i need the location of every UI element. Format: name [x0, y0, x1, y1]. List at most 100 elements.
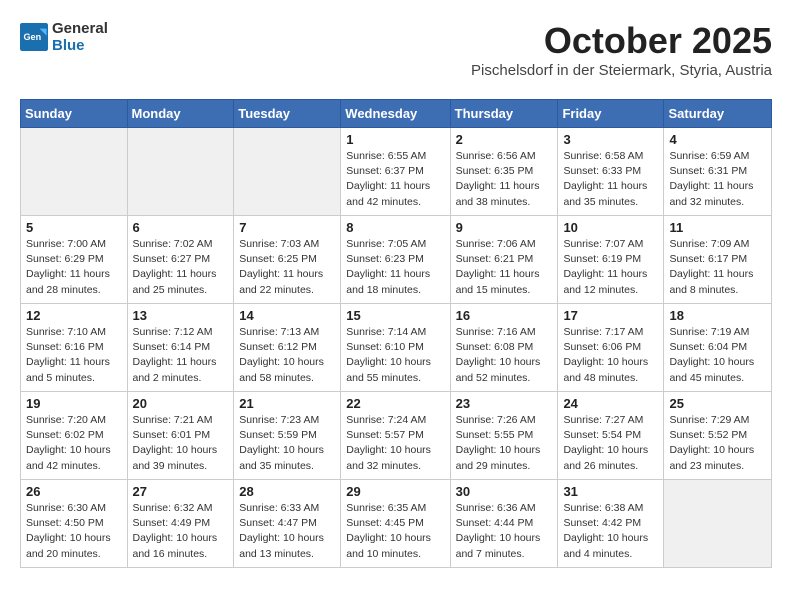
day-number: 8 — [346, 220, 444, 235]
day-number: 7 — [239, 220, 335, 235]
day-info: Sunrise: 6:35 AMSunset: 4:45 PMDaylight:… — [346, 501, 444, 562]
month-year: October 2025 — [471, 20, 772, 62]
title-section: October 2025 Pischelsdorf in der Steierm… — [471, 20, 772, 89]
calendar-cell — [21, 128, 128, 216]
day-number: 19 — [26, 396, 122, 411]
calendar-cell: 3 Sunrise: 6:58 AMSunset: 6:33 PMDaylight… — [558, 128, 664, 216]
day-info: Sunrise: 6:32 AMSunset: 4:49 PMDaylight:… — [133, 501, 229, 562]
calendar-cell: 18Sunrise: 7:19 AMSunset: 6:04 PMDayligh… — [664, 304, 772, 392]
day-info: Sunrise: 7:27 AMSunset: 5:54 PMDaylight:… — [563, 413, 658, 474]
day-number: 24 — [563, 396, 658, 411]
day-info: Sunrise: 7:06 AMSunset: 6:21 PMDaylight:… — [456, 237, 553, 298]
day-number: 22 — [346, 396, 444, 411]
calendar-cell: 31 Sunrise: 6:38 AMSunset: 4:42 PMDayligh… — [558, 480, 664, 568]
week-row-2: 5Sunrise: 7:00 AMSunset: 6:29 PMDaylight… — [21, 216, 772, 304]
day-number: 11 — [669, 220, 766, 235]
day-info: Sunrise: 7:03 AMSunset: 6:25 PMDaylight:… — [239, 237, 335, 298]
day-info: Sunrise: 7:12 AMSunset: 6:14 PMDaylight:… — [133, 325, 229, 386]
calendar-table: SundayMondayTuesdayWednesdayThursdayFrid… — [20, 99, 772, 568]
calendar-cell: 14Sunrise: 7:13 AMSunset: 6:12 PMDayligh… — [234, 304, 341, 392]
day-info: Sunrise: 6:55 AMSunset: 6:37 PMDaylight:… — [346, 149, 444, 210]
calendar-cell: 22 Sunrise: 7:24 AMSunset: 5:57 PMDayligh… — [341, 392, 450, 480]
day-info: Sunrise: 6:30 AMSunset: 4:50 PMDaylight:… — [26, 501, 122, 562]
day-number: 15 — [346, 308, 444, 323]
week-row-3: 12Sunrise: 7:10 AMSunset: 6:16 PMDayligh… — [21, 304, 772, 392]
day-info: Sunrise: 7:20 AMSunset: 6:02 PMDaylight:… — [26, 413, 122, 474]
day-number: 30 — [456, 484, 553, 499]
day-info: Sunrise: 7:21 AMSunset: 6:01 PMDaylight:… — [133, 413, 229, 474]
day-info: Sunrise: 7:14 AMSunset: 6:10 PMDaylight:… — [346, 325, 444, 386]
day-info: Sunrise: 7:29 AMSunset: 5:52 PMDaylight:… — [669, 413, 766, 474]
calendar-cell: 9 Sunrise: 7:06 AMSunset: 6:21 PMDaylight… — [450, 216, 558, 304]
calendar-cell: 1 Sunrise: 6:55 AMSunset: 6:37 PMDaylight… — [341, 128, 450, 216]
calendar-cell: 21Sunrise: 7:23 AMSunset: 5:59 PMDayligh… — [234, 392, 341, 480]
day-number: 31 — [563, 484, 658, 499]
day-number: 28 — [239, 484, 335, 499]
calendar-cell: 15 Sunrise: 7:14 AMSunset: 6:10 PMDayligh… — [341, 304, 450, 392]
day-number: 13 — [133, 308, 229, 323]
calendar-cell: 25 Sunrise: 7:29 AMSunset: 5:52 PMDayligh… — [664, 392, 772, 480]
week-row-1: 1 Sunrise: 6:55 AMSunset: 6:37 PMDaylight… — [21, 128, 772, 216]
week-row-5: 26 Sunrise: 6:30 AMSunset: 4:50 PMDayligh… — [21, 480, 772, 568]
day-info: Sunrise: 7:26 AMSunset: 5:55 PMDaylight:… — [456, 413, 553, 474]
calendar-cell: 4Sunrise: 6:59 AMSunset: 6:31 PMDaylight… — [664, 128, 772, 216]
day-info: Sunrise: 7:17 AMSunset: 6:06 PMDaylight:… — [563, 325, 658, 386]
day-number: 16 — [456, 308, 553, 323]
calendar-cell: 6 Sunrise: 7:02 AMSunset: 6:27 PMDaylight… — [127, 216, 234, 304]
day-number: 27 — [133, 484, 229, 499]
day-info: Sunrise: 6:56 AMSunset: 6:35 PMDaylight:… — [456, 149, 553, 210]
day-info: Sunrise: 6:38 AMSunset: 4:42 PMDaylight:… — [563, 501, 658, 562]
day-number: 9 — [456, 220, 553, 235]
logo-icon: Gen — [20, 23, 48, 51]
day-info: Sunrise: 6:33 AMSunset: 4:47 PMDaylight:… — [239, 501, 335, 562]
weekday-header-friday: Friday — [558, 100, 664, 128]
weekday-header-wednesday: Wednesday — [341, 100, 450, 128]
day-number: 20 — [133, 396, 229, 411]
calendar-cell: 24 Sunrise: 7:27 AMSunset: 5:54 PMDayligh… — [558, 392, 664, 480]
logo: Gen General Blue — [20, 20, 108, 54]
calendar-cell: 16Sunrise: 7:16 AMSunset: 6:08 PMDayligh… — [450, 304, 558, 392]
day-number: 25 — [669, 396, 766, 411]
day-number: 1 — [346, 132, 444, 147]
day-number: 29 — [346, 484, 444, 499]
calendar-cell: 13 Sunrise: 7:12 AMSunset: 6:14 PMDayligh… — [127, 304, 234, 392]
day-info: Sunrise: 7:19 AMSunset: 6:04 PMDaylight:… — [669, 325, 766, 386]
calendar-cell: 8 Sunrise: 7:05 AMSunset: 6:23 PMDaylight… — [341, 216, 450, 304]
day-info: Sunrise: 7:10 AMSunset: 6:16 PMDaylight:… — [26, 325, 122, 386]
day-number: 23 — [456, 396, 553, 411]
day-number: 3 — [563, 132, 658, 147]
weekday-header-monday: Monday — [127, 100, 234, 128]
day-number: 6 — [133, 220, 229, 235]
day-number: 2 — [456, 132, 553, 147]
calendar-cell: 10Sunrise: 7:07 AMSunset: 6:19 PMDayligh… — [558, 216, 664, 304]
calendar-cell: 28 Sunrise: 6:33 AMSunset: 4:47 PMDayligh… — [234, 480, 341, 568]
weekday-header-row: SundayMondayTuesdayWednesdayThursdayFrid… — [21, 100, 772, 128]
day-number: 26 — [26, 484, 122, 499]
calendar-cell: 27 Sunrise: 6:32 AMSunset: 4:49 PMDayligh… — [127, 480, 234, 568]
calendar-cell: 12Sunrise: 7:10 AMSunset: 6:16 PMDayligh… — [21, 304, 128, 392]
calendar-cell: 5Sunrise: 7:00 AMSunset: 6:29 PMDaylight… — [21, 216, 128, 304]
calendar-cell: 7 Sunrise: 7:03 AMSunset: 6:25 PMDaylight… — [234, 216, 341, 304]
calendar-cell: 11Sunrise: 7:09 AMSunset: 6:17 PMDayligh… — [664, 216, 772, 304]
week-row-4: 19 Sunrise: 7:20 AMSunset: 6:02 PMDayligh… — [21, 392, 772, 480]
location: Pischelsdorf in der Steiermark, Styria, … — [471, 62, 772, 79]
weekday-header-thursday: Thursday — [450, 100, 558, 128]
calendar-cell: 17 Sunrise: 7:17 AMSunset: 6:06 PMDayligh… — [558, 304, 664, 392]
day-number: 10 — [563, 220, 658, 235]
day-number: 5 — [26, 220, 122, 235]
day-info: Sunrise: 6:59 AMSunset: 6:31 PMDaylight:… — [669, 149, 766, 210]
day-info: Sunrise: 6:58 AMSunset: 6:33 PMDaylight:… — [563, 149, 658, 210]
day-number: 17 — [563, 308, 658, 323]
day-info: Sunrise: 7:02 AMSunset: 6:27 PMDaylight:… — [133, 237, 229, 298]
calendar-cell: 29 Sunrise: 6:35 AMSunset: 4:45 PMDayligh… — [341, 480, 450, 568]
day-info: Sunrise: 7:05 AMSunset: 6:23 PMDaylight:… — [346, 237, 444, 298]
svg-text:Gen: Gen — [24, 32, 42, 42]
day-info: Sunrise: 7:24 AMSunset: 5:57 PMDaylight:… — [346, 413, 444, 474]
day-number: 14 — [239, 308, 335, 323]
calendar-cell — [664, 480, 772, 568]
day-number: 21 — [239, 396, 335, 411]
calendar-cell — [234, 128, 341, 216]
weekday-header-tuesday: Tuesday — [234, 100, 341, 128]
calendar-cell — [127, 128, 234, 216]
calendar-cell: 2 Sunrise: 6:56 AMSunset: 6:35 PMDaylight… — [450, 128, 558, 216]
